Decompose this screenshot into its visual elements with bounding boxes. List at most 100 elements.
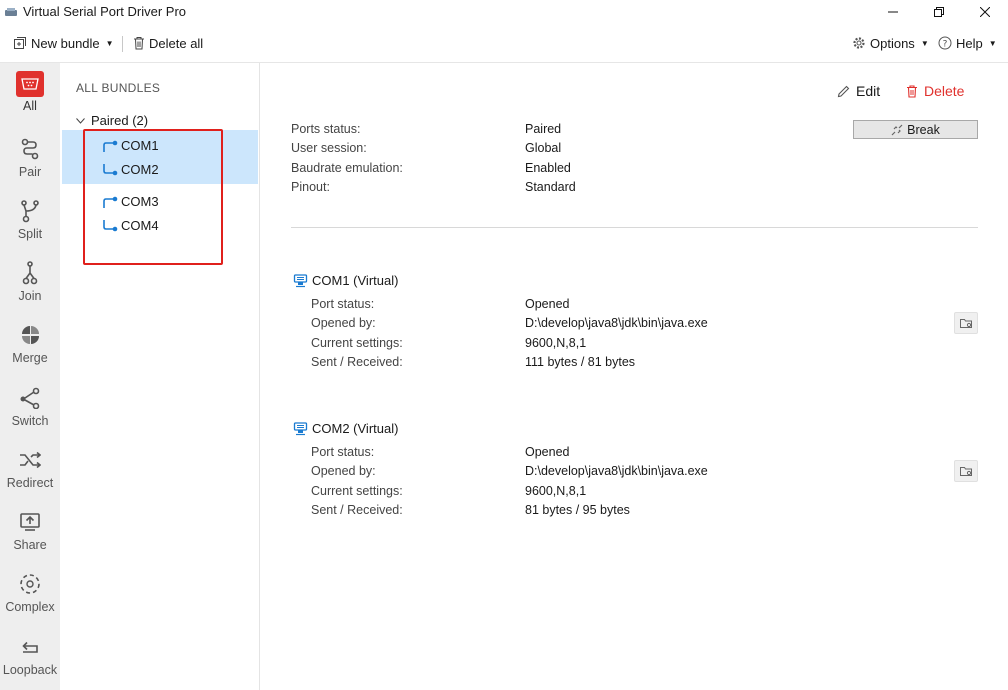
nav-item-merge[interactable]: Merge [0,321,60,381]
pair-icon [16,135,44,163]
new-bundle-icon [14,37,26,49]
summary-label: Ports status: [291,122,361,136]
pencil-icon [837,85,850,97]
nav-label: Complex [5,600,55,614]
port-name: COM1 [121,138,159,153]
restore-icon [934,7,944,17]
bundle-port: COM2 [102,162,159,177]
summary-value: Paired [525,122,562,136]
bundle-item[interactable]: COM1 COM2 [62,130,258,184]
port-label: Port status: [311,297,375,311]
nav-label: Share [13,538,47,552]
nav-label: Pair [18,165,42,179]
nav-label: Merge [12,351,48,365]
help-button[interactable]: ? Help ▼ [938,33,997,53]
bundle-details: Edit Delete Ports status: Paired User se… [261,63,1008,690]
nav-item-pair[interactable]: Pair [0,135,60,195]
port-value: D:\develop\java8\jdk\bin\java.exe [525,316,708,330]
share-icon [16,508,44,536]
title-bar: Virtual Serial Port Driver Pro [0,0,1008,26]
nav-item-all[interactable]: All [0,71,60,131]
port-value: 9600,N,8,1 [525,336,587,350]
folder-icon [959,318,972,328]
chevron-down-icon: ▼ [105,38,114,48]
port-value: Opened [525,297,570,311]
port-link-top-icon [103,196,118,208]
nav-label: Switch [11,414,49,428]
chevron-down-icon: ▼ [920,38,929,48]
port-label: Opened by: [311,464,376,478]
break-button[interactable]: Break [853,120,978,139]
port-label: Current settings: [311,336,403,350]
port-value: Opened [525,445,570,459]
port-label: Sent / Received: [311,355,403,369]
bundle-port: COM1 [102,138,159,153]
broken-link-icon [891,124,903,135]
serial-port-icon [293,422,308,436]
bundle-group-paired[interactable]: Paired (2) [76,113,148,128]
port-name: COM3 [121,194,159,209]
close-icon [980,7,990,17]
toolbar: New bundle ▼ Delete all Options ▼ ? Help… [0,28,1008,58]
open-location-button[interactable] [954,312,978,334]
gear-icon [853,37,865,49]
summary-value: Standard [525,180,576,194]
nav-item-split[interactable]: Split [0,197,60,257]
summary-value: Global [525,141,562,155]
bundles-title: ALL BUNDLES [76,81,161,95]
folder-icon [959,466,972,476]
nav-item-redirect[interactable]: Redirect [0,446,60,506]
chevron-down-icon: ▼ [988,38,997,48]
nav-item-share[interactable]: Share [0,508,60,568]
nav-item-join[interactable]: Join [0,259,60,319]
toolbar-divider [122,36,123,52]
nav-item-complex[interactable]: Complex [0,570,60,630]
maximize-button[interactable] [916,0,962,24]
join-icon [16,259,44,287]
svg-text:?: ? [943,40,948,50]
open-location-button[interactable] [954,460,978,482]
bundle-port: COM3 [102,194,159,209]
split-icon [16,197,44,225]
break-label: Break [907,122,940,137]
new-bundle-button[interactable]: New bundle ▼ [13,33,114,53]
delete-button[interactable]: Delete [906,83,964,99]
port-link-bottom-icon [103,163,118,175]
nav-item-switch[interactable]: Switch [0,384,60,444]
delete-all-label: Delete all [149,35,204,51]
left-nav: All Pair Split Join Merge Switch Redirec… [0,63,60,690]
edit-button[interactable]: Edit [837,83,880,99]
port-label: Port status: [311,445,375,459]
bundles-panel: ALL BUNDLES Paired (2) COM1 COM2 COM3 CO… [60,63,260,690]
port-label: Current settings: [311,484,403,498]
options-button[interactable]: Options ▼ [852,33,929,53]
minimize-icon [888,11,898,13]
bundle-item[interactable]: COM3 COM4 [62,186,258,240]
port-section-title: COM1 (Virtual) [293,273,398,288]
minimize-button[interactable] [870,0,916,24]
switch-icon [16,384,44,412]
close-button[interactable] [962,0,1008,24]
help-icon: ? [938,36,952,50]
section-divider [291,227,978,228]
trash-icon [134,37,144,50]
port-name: COM2 [121,162,159,177]
nav-label: Split [17,227,43,241]
new-bundle-label: New bundle [31,35,100,51]
nav-item-loopback[interactable]: Loopback [0,633,60,690]
serial-port-icon [293,274,308,288]
delete-all-button[interactable]: Delete all [133,33,203,53]
port-value: 9600,N,8,1 [525,484,587,498]
port-value: 81 bytes / 95 bytes [525,503,630,517]
redirect-icon [16,446,44,474]
summary-label: Pinout: [291,180,330,194]
port-label: Sent / Received: [311,503,403,517]
loopback-icon [16,633,44,661]
help-label: Help [956,35,983,51]
port-title: COM1 (Virtual) [312,273,399,288]
port-title: COM2 (Virtual) [312,421,399,436]
port-name: COM4 [121,218,159,233]
edit-label: Edit [856,83,881,99]
port-value: 111 bytes / 81 bytes [525,355,636,369]
summary-label: Baudrate emulation: [291,161,403,175]
